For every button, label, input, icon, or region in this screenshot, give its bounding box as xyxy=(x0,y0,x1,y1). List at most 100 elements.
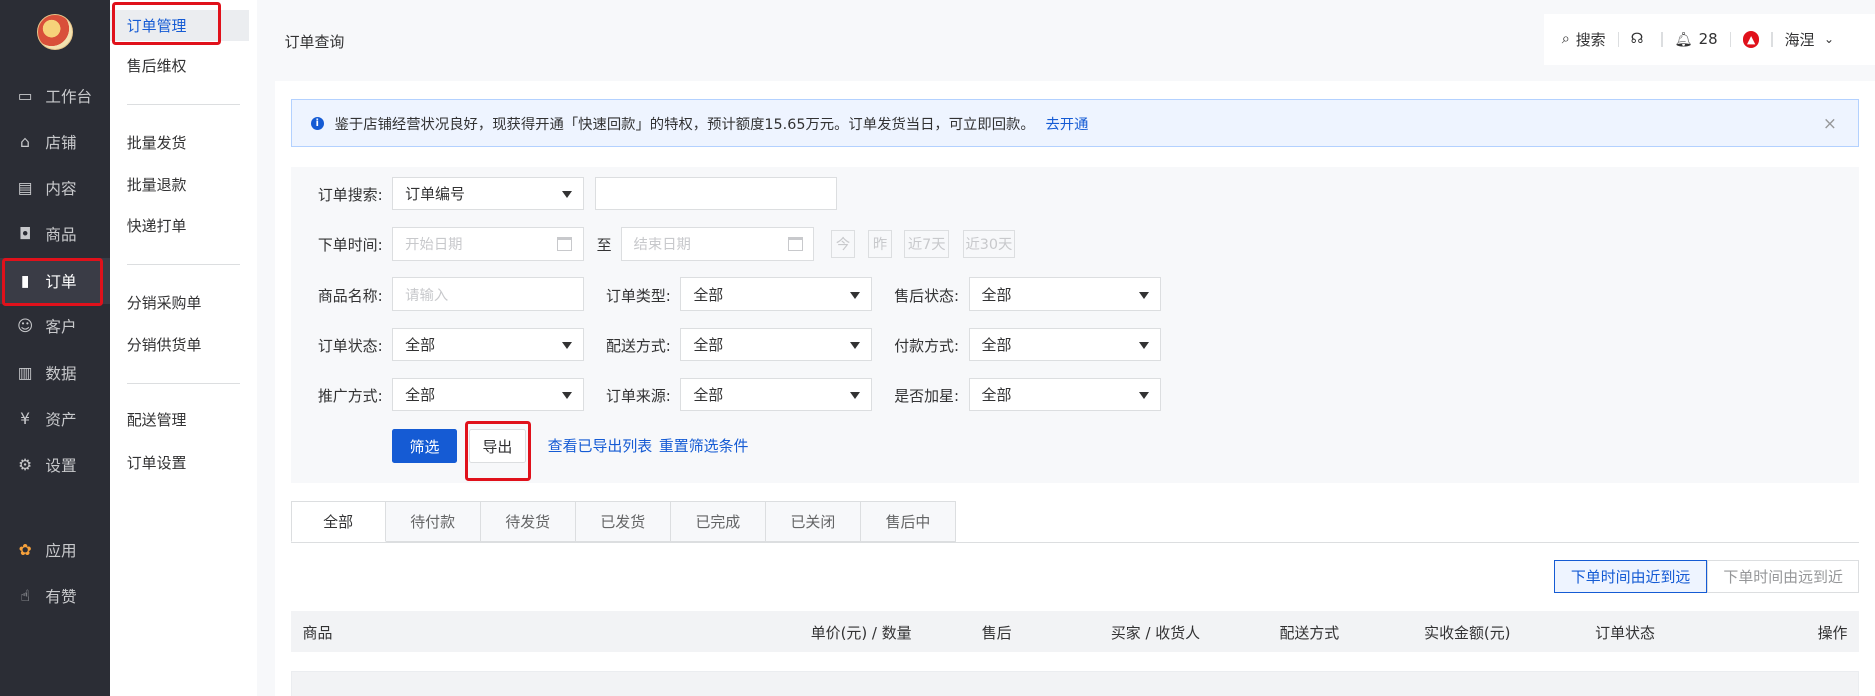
subnav-divider xyxy=(126,382,241,384)
order-row-header xyxy=(290,670,1860,696)
top-bar: 订单查询 ⌕ 搜索 ☊ 🔔︎ 28 ▲ 海涅 ⌄ xyxy=(257,0,1875,82)
search-icon: ⌕ xyxy=(1561,31,1570,48)
subnav-distribution-purchase[interactable]: 分销采购单 xyxy=(127,289,202,315)
notifications-button[interactable]: 🔔︎ 28 xyxy=(1674,30,1717,48)
nav-item-goods[interactable]: ◘ 商品 xyxy=(0,212,110,257)
select-value: 全部 xyxy=(981,285,1012,304)
subnav-divider xyxy=(126,264,241,266)
bag-icon: ◘ xyxy=(18,225,32,244)
tabs-underline xyxy=(290,541,1860,543)
document-icon: ▤ xyxy=(17,178,33,197)
aftersale-status-select[interactable]: 全部 xyxy=(968,277,1162,311)
flame-icon: ▲ xyxy=(1742,31,1760,48)
user-menu[interactable]: 海涅 ⌄ xyxy=(1785,29,1834,50)
calendar-icon xyxy=(788,236,803,251)
reset-filters-link[interactable]: 重置筛选条件 xyxy=(659,435,749,456)
starred-select[interactable]: 全部 xyxy=(968,377,1162,412)
headset-icon: ☊ xyxy=(1630,31,1644,48)
end-date-input[interactable]: 结束日期 xyxy=(620,227,815,261)
yen-icon: ¥ xyxy=(20,409,31,428)
delivery-method-select[interactable]: 全部 xyxy=(680,327,872,362)
order-search-label: 订单搜索: xyxy=(317,186,383,205)
tab-pending-shipment[interactable]: 待发货 xyxy=(480,501,576,542)
order-type-select[interactable]: 全部 xyxy=(680,277,872,311)
nav-item-assets[interactable]: ¥ 资产 xyxy=(0,396,110,441)
select-value: 全部 xyxy=(693,386,724,405)
caret-down-icon xyxy=(1139,341,1150,349)
sort-toggle: 下单时间由近到远 下单时间由远到近 xyxy=(1554,559,1860,594)
payment-method-select[interactable]: 全部 xyxy=(968,327,1162,362)
highlight-box-orders xyxy=(2,258,103,307)
nav-label: 商品 xyxy=(45,226,77,245)
nav-item-youzan[interactable]: ☝ 有赞 xyxy=(0,573,110,618)
nav-item-data[interactable]: ▥ 数据 xyxy=(0,350,110,395)
quick-date-7-days[interactable]: 近7天 xyxy=(904,229,950,259)
tab-pending-payment[interactable]: 待付款 xyxy=(385,501,481,542)
order-status-tabs: 全部 待付款 待发货 已发货 已完成 已关闭 售后中 xyxy=(290,501,956,542)
order-source-select[interactable]: 全部 xyxy=(680,377,872,412)
filter-button[interactable]: 筛选 xyxy=(392,429,457,463)
tab-shipped[interactable]: 已发货 xyxy=(575,501,671,542)
subnav-batch-ship[interactable]: 批量发货 xyxy=(127,129,187,155)
start-date-input[interactable]: 开始日期 xyxy=(392,227,584,261)
sort-near-to-far-button[interactable]: 下单时间由近到远 xyxy=(1554,559,1707,594)
nav-item-workbench[interactable]: ▭ 工作台 xyxy=(0,73,110,118)
user-name: 海涅 xyxy=(1784,30,1815,49)
quick-date-today[interactable]: 今 xyxy=(831,229,855,259)
tab-completed[interactable]: 已完成 xyxy=(670,501,766,542)
highlight-box-export xyxy=(465,420,531,481)
order-search-input[interactable] xyxy=(595,176,838,211)
quick-date-30-days[interactable]: 近30天 xyxy=(962,229,1016,259)
subnav-express-print[interactable]: 快递打单 xyxy=(127,213,187,239)
nav-item-settings[interactable]: ⚙ 设置 xyxy=(0,442,110,487)
brand-badge[interactable]: ▲ xyxy=(1742,31,1760,48)
nav-label: 工作台 xyxy=(45,87,93,106)
divider xyxy=(1729,32,1731,47)
nav-label: 设置 xyxy=(45,457,77,476)
order-search-type-select[interactable]: 订单编号 xyxy=(392,176,584,211)
nav-item-apps[interactable]: ✿ 应用 xyxy=(0,527,110,572)
delivery-method-label: 配送方式: xyxy=(606,336,671,355)
caret-down-icon xyxy=(849,392,860,399)
select-value: 全部 xyxy=(405,386,436,405)
tab-closed[interactable]: 已关闭 xyxy=(765,501,861,542)
payment-method-label: 付款方式: xyxy=(894,336,959,355)
order-status-select[interactable]: 全部 xyxy=(392,327,584,362)
info-icon: i xyxy=(310,116,324,130)
end-date-placeholder: 结束日期 xyxy=(633,237,691,254)
view-exports-link[interactable]: 查看已导出列表 xyxy=(548,435,653,456)
nav-item-content[interactable]: ▤ 内容 xyxy=(0,165,110,210)
order-table-header: 商品 单价(元) / 数量 售后 买家 / 收货人 配送方式 实收金额(元) 订… xyxy=(290,611,1860,652)
bell-icon: 🔔︎ xyxy=(1674,31,1693,48)
tab-all[interactable]: 全部 xyxy=(290,501,386,542)
calendar-icon xyxy=(557,236,572,251)
subnav-order-settings[interactable]: 订单设置 xyxy=(127,450,187,476)
column-header-status: 订单状态 xyxy=(1595,623,1655,642)
search-button[interactable]: ⌕ 搜索 xyxy=(1562,29,1606,50)
caret-down-icon xyxy=(849,341,860,349)
shop-logo[interactable] xyxy=(37,14,73,51)
primary-sidebar: ▭ 工作台 ⌂ 店铺 ▤ 内容 ◘ 商品 ▮ 订单 ☺ 客户 ▥ 数据 ¥ 资产 xyxy=(0,0,110,696)
divider xyxy=(1771,32,1773,47)
main-panel: i 鉴于店铺经营状况良好，现获得开通「快速回款」的特权，预计额度15.65万元。… xyxy=(275,81,1875,696)
nav-label: 应用 xyxy=(45,542,77,561)
column-header-delivery: 配送方式 xyxy=(1279,623,1340,642)
nav-item-store[interactable]: ⌂ 店铺 xyxy=(0,120,110,165)
subnav-distribution-supply[interactable]: 分销供货单 xyxy=(127,331,202,357)
divider xyxy=(1661,32,1663,47)
subnav-aftersale[interactable]: 售后维权 xyxy=(127,53,187,79)
tab-aftersale[interactable]: 售后中 xyxy=(860,501,956,542)
subnav-batch-refund[interactable]: 批量退款 xyxy=(127,171,187,197)
product-name-input[interactable]: 请输入 xyxy=(392,277,584,311)
promotion-method-select[interactable]: 全部 xyxy=(392,377,584,412)
notice-activate-link[interactable]: 去开通 xyxy=(1045,113,1088,134)
close-icon[interactable]: × xyxy=(1823,113,1837,133)
nav-item-customers[interactable]: ☺ 客户 xyxy=(0,304,110,349)
sort-far-to-near-button[interactable]: 下单时间由远到近 xyxy=(1706,559,1860,594)
caret-down-icon xyxy=(1139,291,1150,299)
thumbs-up-icon: ☝ xyxy=(20,586,30,605)
support-button[interactable]: ☊ xyxy=(1631,31,1650,47)
quick-date-yesterday[interactable]: 昨 xyxy=(868,229,893,259)
subnav-delivery-management[interactable]: 配送管理 xyxy=(127,407,187,433)
nav-label: 数据 xyxy=(45,365,77,384)
